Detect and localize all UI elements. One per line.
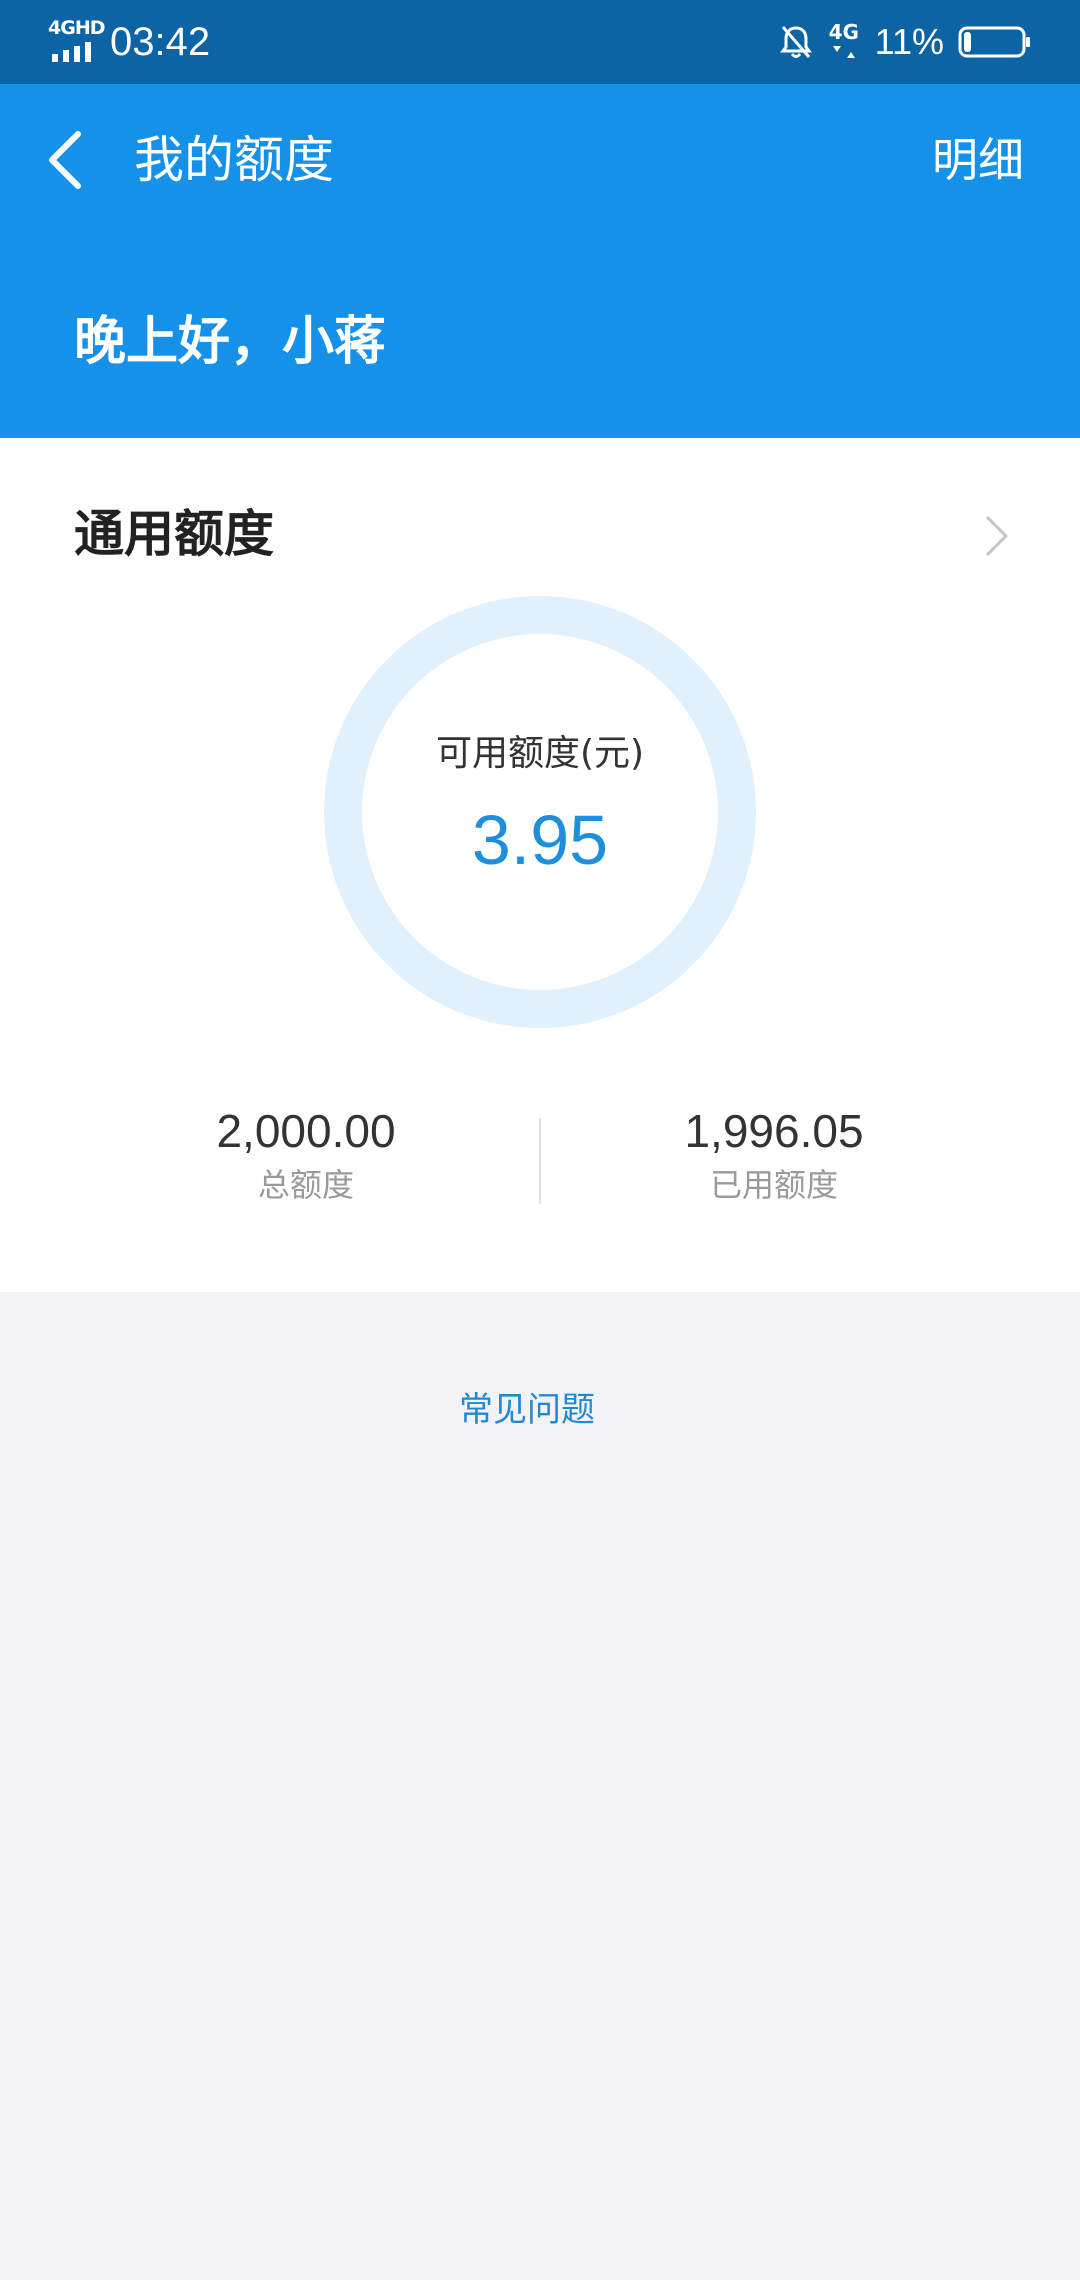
page-title: 我的额度 — [134, 131, 334, 189]
status-right-group: 4G 11% — [779, 18, 1032, 66]
greeting-text: 晚上好，小蒋 — [74, 312, 387, 372]
status-time: 03:42 — [110, 20, 211, 64]
status-bar: 4GHD 03:42 4G 11% — [0, 0, 1080, 84]
chevron-right-icon[interactable] — [984, 514, 1010, 558]
battery-icon — [958, 26, 1030, 58]
faq-link[interactable]: 常见问题 — [0, 1384, 1054, 1436]
available-quota-label: 可用额度(元) — [435, 733, 645, 774]
available-quota-value: 3.95 — [471, 801, 609, 879]
used-quota-label: 已用额度 — [709, 1166, 838, 1204]
used-quota-stat: 1,996.05 已用额度 — [564, 1102, 984, 1210]
mobile-data-icon: 4G — [827, 22, 861, 62]
quota-card: 通用额度 可用额度(元) 3.95 2,000.00 总额度 1,996.05 … — [0, 438, 1080, 1292]
signal-icon: 4GHD — [48, 18, 105, 64]
detail-button[interactable]: 明细 — [932, 120, 1024, 200]
chevron-left-icon[interactable] — [44, 122, 88, 198]
network-type-label: 4GHD — [48, 17, 105, 39]
total-quota-label: 总额度 — [257, 1166, 354, 1204]
header: 我的额度 明细 晚上好，小蒋 — [0, 84, 1080, 438]
total-quota-stat: 2,000.00 总额度 — [96, 1102, 516, 1210]
general-quota-title[interactable]: 通用额度 — [74, 498, 274, 570]
battery-percent: 11% — [874, 21, 944, 62]
mobile-data-label: 4G — [828, 20, 859, 44]
used-quota-value: 1,996.05 — [684, 1105, 864, 1157]
bell-off-icon — [779, 26, 812, 58]
total-quota-value: 2,000.00 — [216, 1105, 396, 1157]
stat-divider — [539, 1118, 541, 1204]
